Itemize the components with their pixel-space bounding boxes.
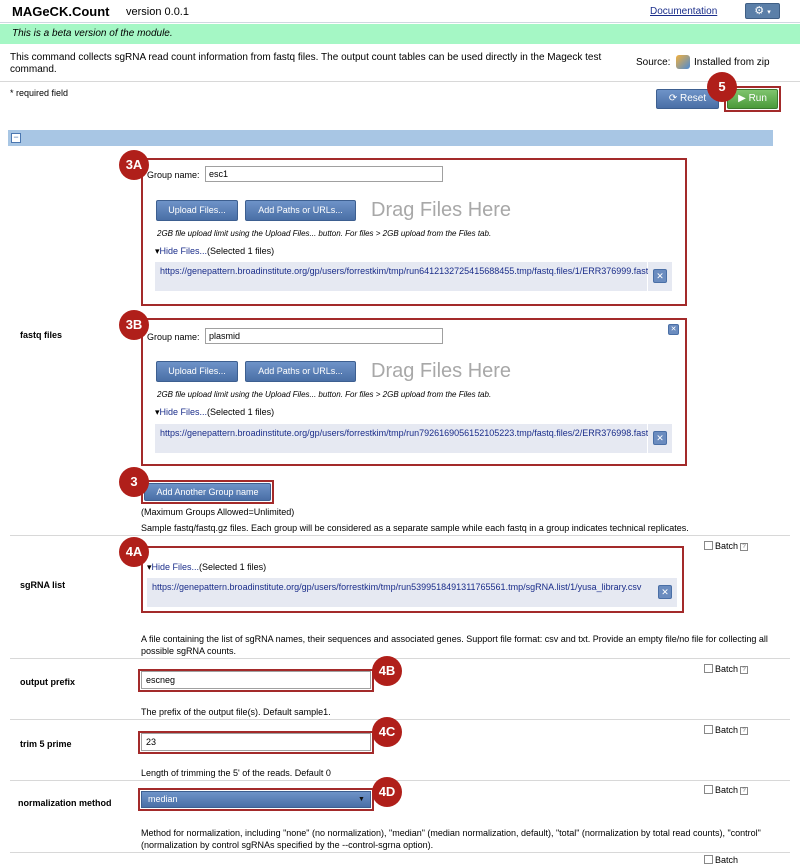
drag-files-zone[interactable]: Drag Files Here (371, 199, 511, 222)
annotation-badge-3: 3 (119, 467, 149, 497)
selected-count: (Selected 1 files) (207, 407, 275, 417)
gear-icon: ⚙ (754, 5, 765, 17)
sgrna-description: A file containing the list of sgRNA name… (141, 634, 768, 656)
required-field-note: * required field (10, 88, 69, 98)
group-name-input[interactable]: plasmid (205, 328, 443, 344)
run-label: Run (748, 93, 767, 104)
annotation-badge-4a: 4A (119, 537, 149, 567)
hide-files-toggle[interactable]: ▾Hide Files...(Selected 1 files) (155, 246, 274, 257)
batch-checkbox[interactable]: Batch? (704, 664, 749, 674)
batch-label: Batch (715, 664, 739, 674)
annotation-badge-4b: 4B (372, 656, 402, 686)
annotation-badge-3b: 3B (119, 310, 149, 340)
chevron-down-icon: ▾ (767, 9, 771, 16)
group-name-label: Group name: (147, 332, 200, 342)
source-value: Installed from zip (694, 57, 770, 68)
file-url: https://genepattern.broadinstitute.org/g… (155, 262, 665, 291)
file-url: https://genepattern.broadinstitute.org/g… (147, 578, 653, 607)
annotation-badge-4c: 4C (372, 717, 402, 747)
annotation-badge-3a: 3A (119, 150, 149, 180)
checkbox[interactable] (704, 541, 713, 550)
documentation-link[interactable]: Documentation (650, 6, 717, 17)
param-name-normalization: normalization method (18, 798, 112, 808)
help-icon[interactable]: ? (740, 666, 749, 674)
hide-files-link[interactable]: Hide Files... (160, 407, 208, 417)
batch-checkbox[interactable]: Batch? (704, 725, 749, 735)
output-prefix-description: The prefix of the output file(s). Defaul… (141, 707, 331, 717)
upload-files-button[interactable]: Upload Files... (156, 200, 238, 221)
file-url: https://genepattern.broadinstitute.org/g… (155, 424, 665, 453)
refresh-icon: ⟳ (668, 93, 678, 104)
delete-file-icon[interactable]: ✕ (658, 585, 672, 599)
param-name-sgrna: sgRNA list (20, 580, 66, 590)
drag-files-zone[interactable]: Drag Files Here (371, 360, 511, 383)
settings-menu-button[interactable]: ⚙ ▾ (745, 3, 780, 19)
divider (10, 719, 790, 720)
app-version: version 0.0.1 (126, 6, 189, 18)
hide-files-toggle[interactable]: ▾Hide Files...(Selected 1 files) (155, 407, 274, 418)
trim-input[interactable]: 23 (141, 733, 371, 751)
normalization-description: Method for normalization, including "non… (141, 828, 761, 850)
checkbox[interactable] (704, 725, 713, 734)
dropdown-arrow-icon[interactable]: ▼ (358, 796, 365, 803)
hide-files-link[interactable]: Hide Files... (160, 246, 208, 256)
divider (10, 658, 790, 659)
beta-notice: This is a beta version of the module. (12, 28, 173, 39)
batch-label: Batch (715, 541, 739, 551)
divider (0, 81, 800, 82)
checkbox[interactable] (704, 785, 713, 794)
batch-checkbox[interactable]: Batch? (704, 541, 749, 551)
hide-files-toggle[interactable]: ▾Hide Files...(Selected 1 files) (147, 562, 266, 573)
checkbox[interactable] (704, 664, 713, 673)
selected-count: (Selected 1 files) (207, 246, 275, 256)
remove-group-icon[interactable]: ✕ (668, 324, 679, 335)
group-name-label: Group name: (147, 170, 200, 180)
param-name-output-prefix: output prefix (20, 677, 75, 687)
param-name-trim: trim 5 prime (20, 739, 72, 749)
selected-count: (Selected 1 files) (199, 562, 267, 572)
reset-label: Reset (680, 93, 707, 104)
module-description: This command collects sgRNA read count i… (10, 52, 602, 75)
trim-description: Length of trimming the 5' of the reads. … (141, 768, 331, 778)
play-icon: ▶ (738, 93, 746, 104)
batch-label: Batch (715, 785, 739, 795)
help-icon[interactable]: ? (740, 727, 749, 735)
annotation-badge-4d: 4D (372, 777, 402, 807)
source-label: Source: (636, 57, 671, 68)
group-name-input[interactable]: esc1 (205, 166, 443, 182)
annotation-badge-5: 5 (707, 72, 737, 102)
max-groups-note: (Maximum Groups Allowed=Unlimited) (141, 507, 295, 517)
app-title: MAGeCK.Count (12, 4, 110, 19)
collapse-icon[interactable]: − (11, 133, 21, 143)
normalization-select[interactable]: median (141, 791, 371, 808)
checkbox[interactable] (704, 855, 713, 864)
add-group-button[interactable]: Add Another Group name (144, 483, 271, 501)
delete-file-icon[interactable]: ✕ (653, 431, 667, 445)
output-prefix-input[interactable]: escneg (141, 671, 371, 689)
help-icon[interactable]: ? (740, 787, 749, 795)
batch-checkbox[interactable]: Batch (704, 855, 738, 865)
batch-checkbox[interactable]: Batch? (704, 785, 749, 795)
section-header-bar (8, 130, 773, 146)
help-icon[interactable]: ? (740, 543, 749, 551)
upload-limit-hint: 2GB file upload limit using the Upload F… (157, 229, 492, 238)
add-paths-button[interactable]: Add Paths or URLs... (245, 361, 356, 382)
divider (10, 780, 790, 781)
delete-file-icon[interactable]: ✕ (653, 269, 667, 283)
upload-files-button[interactable]: Upload Files... (156, 361, 238, 382)
add-paths-button[interactable]: Add Paths or URLs... (245, 200, 356, 221)
divider (10, 535, 790, 536)
zip-icon (676, 55, 690, 69)
upload-limit-hint: 2GB file upload limit using the Upload F… (157, 390, 492, 399)
fastq-description: Sample fastq/fastq.gz files. Each group … (141, 523, 689, 533)
divider (10, 852, 790, 853)
hide-files-link[interactable]: Hide Files... (152, 562, 200, 572)
batch-label: Batch (715, 725, 739, 735)
batch-label: Batch (715, 855, 739, 865)
param-name-fastq: fastq files (20, 330, 63, 340)
